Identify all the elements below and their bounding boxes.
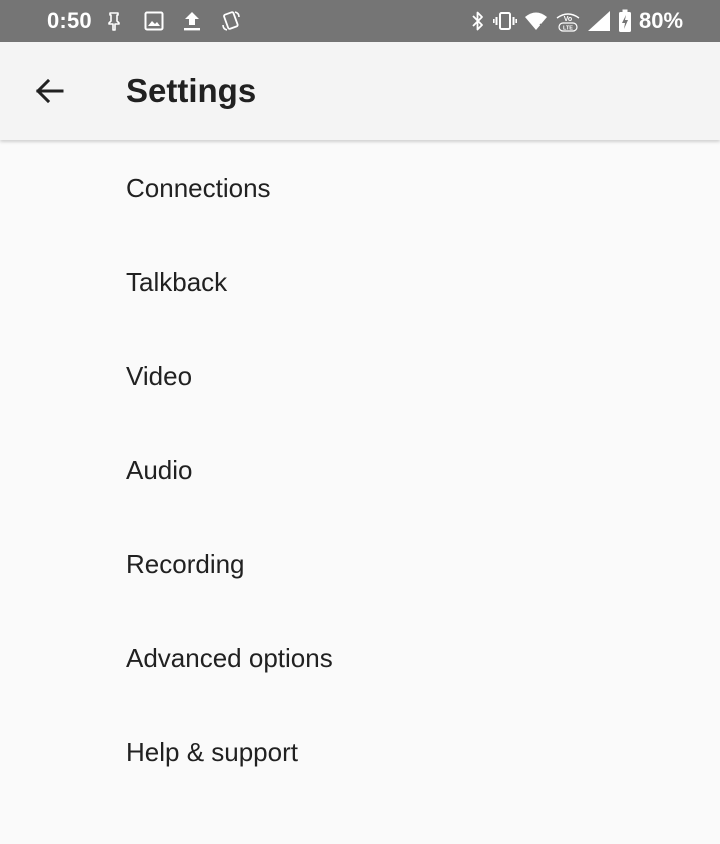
upload-icon — [181, 0, 203, 42]
settings-item-video[interactable]: Video — [0, 329, 720, 423]
vibrate-icon — [492, 0, 518, 42]
svg-text:Vo: Vo — [564, 16, 572, 23]
page-title: Settings — [126, 72, 257, 109]
wifi-icon — [523, 0, 549, 42]
settings-item-audio[interactable]: Audio — [0, 423, 720, 517]
settings-item-label: Connections — [126, 172, 271, 203]
settings-item-label: Audio — [126, 454, 193, 485]
settings-item-label: Talkback — [126, 266, 228, 297]
settings-item-label: Recording — [126, 548, 245, 579]
svg-text:LTE: LTE — [563, 26, 573, 32]
status-bar: 0:50 Vo LTE 80% — [0, 0, 720, 42]
bluetooth-icon — [468, 0, 488, 42]
settings-item-label: Help & support — [126, 736, 298, 767]
arrow-back-icon — [33, 75, 65, 107]
battery-percent: 80% — [639, 8, 684, 33]
settings-item-connections[interactable]: Connections — [0, 141, 720, 235]
pin-icon — [104, 0, 124, 42]
settings-item-talkback[interactable]: Talkback — [0, 235, 720, 329]
screen-rotation-icon — [219, 0, 243, 42]
settings-list: Connections Talkback Video Audio Recordi… — [0, 141, 720, 799]
status-time: 0:50 — [47, 8, 92, 33]
settings-item-label: Advanced options — [126, 642, 333, 673]
volte-icon: Vo LTE — [555, 0, 581, 42]
app-bar: Settings — [0, 42, 720, 140]
cell-signal-icon — [586, 0, 612, 42]
battery-charging-icon — [616, 0, 634, 42]
settings-item-recording[interactable]: Recording — [0, 517, 720, 611]
settings-item-advanced-options[interactable]: Advanced options — [0, 611, 720, 705]
image-icon — [143, 0, 165, 42]
settings-item-label: Video — [126, 360, 193, 391]
settings-item-help-support[interactable]: Help & support — [0, 705, 720, 799]
back-button[interactable] — [20, 62, 78, 120]
